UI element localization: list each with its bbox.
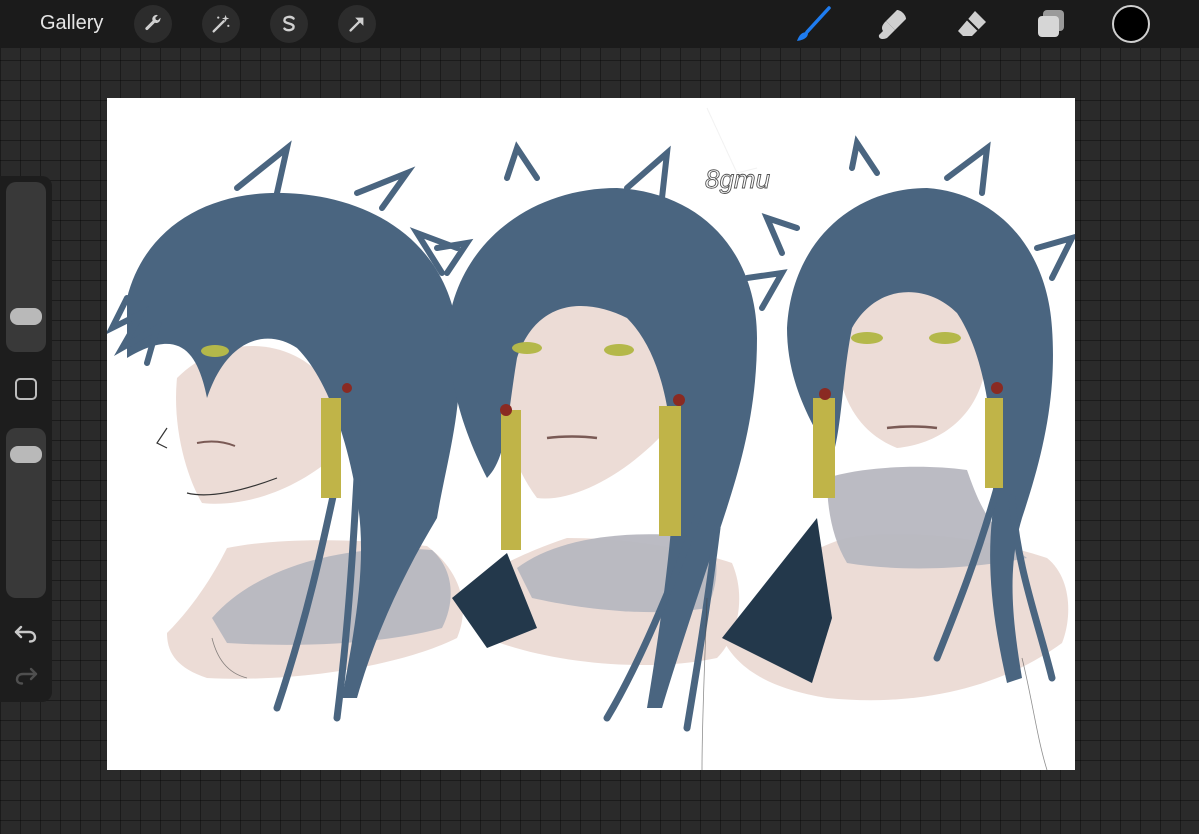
- figure-front: [722, 135, 1075, 701]
- brush-size-slider[interactable]: [6, 182, 46, 352]
- brush-icon: [797, 6, 831, 41]
- artist-signature: 8gmu: [705, 164, 770, 194]
- left-sidebar: [0, 176, 52, 702]
- selection-button[interactable]: [270, 5, 308, 43]
- gallery-button[interactable]: Gallery: [40, 12, 103, 35]
- modify-square-icon[interactable]: [15, 378, 37, 400]
- magic-wand-icon: [212, 14, 230, 33]
- redo-icon: [15, 667, 38, 685]
- eraser-icon: [958, 11, 986, 36]
- redo-button[interactable]: [13, 664, 39, 691]
- brush-size-handle[interactable]: [10, 308, 42, 325]
- undo-icon: [14, 625, 37, 643]
- figure-profile: [107, 140, 474, 722]
- eraser-tool[interactable]: [953, 5, 991, 43]
- adjustments-button[interactable]: [202, 5, 240, 43]
- wrench-icon: [145, 14, 161, 31]
- opacity-handle[interactable]: [10, 446, 42, 463]
- artwork-illustration: 8gmu: [107, 107, 1075, 770]
- top-toolbar: Gallery: [0, 0, 1199, 48]
- transform-button[interactable]: [338, 5, 376, 43]
- color-picker-button[interactable]: [1112, 5, 1150, 43]
- transform-arrow-icon: [349, 17, 364, 32]
- smudge-icon: [878, 10, 906, 39]
- layers-button[interactable]: [1032, 5, 1070, 43]
- selection-icon: [283, 15, 295, 32]
- wrench-button[interactable]: [134, 5, 172, 43]
- layers-icon: [1038, 10, 1064, 37]
- smudge-tool[interactable]: [873, 5, 911, 43]
- undo-button[interactable]: [13, 622, 39, 649]
- opacity-slider[interactable]: [6, 428, 46, 598]
- drawing-canvas[interactable]: 8gmu: [107, 98, 1075, 770]
- brush-tool[interactable]: [794, 5, 832, 43]
